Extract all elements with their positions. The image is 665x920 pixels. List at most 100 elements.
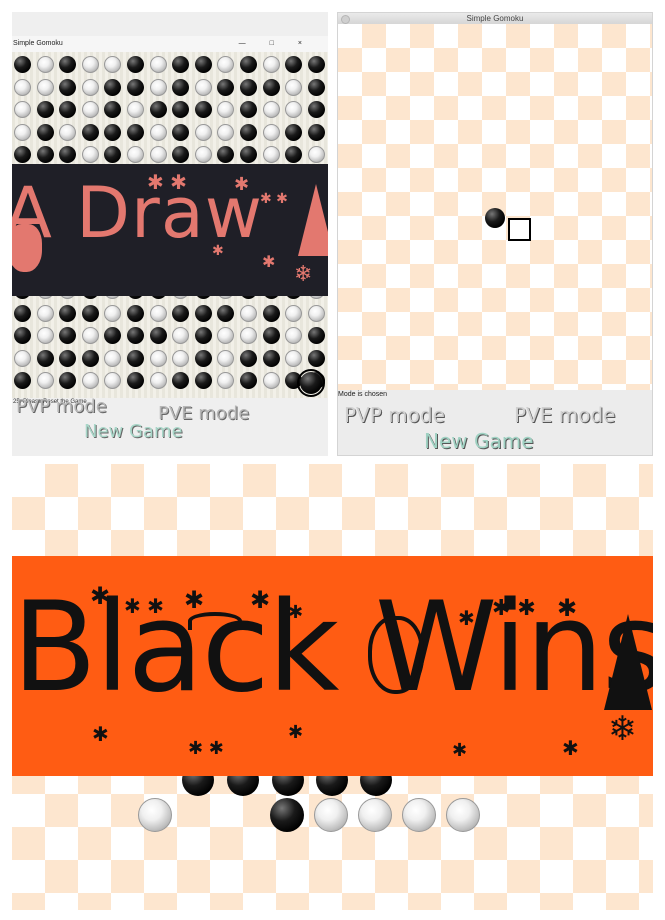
pve-mode-button[interactable]: PVE mode — [514, 403, 615, 427]
black-stone — [240, 372, 257, 390]
close-icon[interactable] — [341, 15, 350, 24]
black-stone — [262, 327, 280, 345]
star-icon: ✱ — [90, 582, 111, 610]
black-stone — [127, 56, 144, 73]
white-stone — [149, 146, 167, 164]
black-stone — [262, 349, 280, 367]
result-title: A Draw — [12, 172, 263, 254]
black-stone — [81, 349, 99, 367]
black-stone — [14, 56, 31, 73]
white-stone — [194, 123, 212, 141]
black-stone — [307, 56, 325, 73]
snowman-icon — [368, 616, 424, 694]
black-stone — [262, 304, 280, 322]
white-stone — [14, 349, 31, 367]
white-stone — [262, 101, 280, 119]
white-stone — [240, 327, 257, 345]
white-stone — [104, 372, 122, 390]
white-stone — [217, 101, 235, 119]
white-stone — [217, 56, 235, 73]
black-stone — [285, 146, 303, 164]
white-stone — [262, 146, 280, 164]
black-stone — [194, 372, 212, 390]
winning-cursor-stone — [297, 369, 325, 397]
white-stone — [81, 327, 99, 345]
white-stone — [149, 304, 167, 322]
pvp-mode-button[interactable]: PVP mode — [344, 403, 445, 427]
white-stone — [172, 327, 190, 345]
white-stone — [81, 146, 99, 164]
star-icon: ✱ — [212, 243, 224, 259]
white-stone — [127, 146, 144, 164]
white-stone — [104, 349, 122, 367]
white-stone — [14, 78, 31, 96]
close-icon[interactable]: × — [298, 40, 326, 47]
black-stone — [172, 146, 190, 164]
white-stone — [307, 304, 325, 322]
white-stone — [194, 78, 212, 96]
black-stone — [104, 78, 122, 96]
white-stone — [14, 101, 31, 119]
black-stone — [172, 56, 190, 73]
window-title: Simple Gomoku — [13, 40, 63, 47]
tree-icon — [298, 184, 328, 256]
black-stone — [194, 56, 212, 73]
black-stone — [307, 327, 325, 345]
black-stone — [172, 372, 190, 390]
star-icon: ✱ — [452, 740, 468, 761]
black-stone — [262, 78, 280, 96]
draw-game-window: Simple Gomoku —□× A Draw ✱ ✱ ✱ ✱ ✱ ✱ ✱ ❄… — [12, 12, 328, 456]
black-stone — [307, 78, 325, 96]
white-stone — [307, 146, 325, 164]
star-icon: ✱ ✱ — [260, 191, 288, 207]
new-game-button[interactable]: New Game — [424, 429, 534, 453]
status-text: Mode is chosen — [338, 391, 388, 398]
white-stone — [446, 798, 480, 832]
star-icon: ✱ — [562, 736, 579, 760]
white-stone — [217, 349, 235, 367]
game-board[interactable] — [338, 24, 652, 390]
white-stone — [149, 372, 167, 390]
white-stone — [36, 372, 54, 390]
black-stone — [59, 78, 77, 96]
black-stone — [270, 798, 304, 832]
star-icon: ✱ ✱ — [492, 596, 536, 621]
black-stone — [104, 327, 122, 345]
black-stone — [217, 304, 235, 322]
black-stone — [104, 123, 122, 141]
white-stone — [402, 798, 436, 832]
new-game-button[interactable]: New Game — [84, 421, 183, 442]
black-stone — [36, 123, 54, 141]
black-stone — [217, 146, 235, 164]
minimize-icon[interactable]: — — [239, 40, 270, 47]
white-stone — [285, 101, 303, 119]
star-icon: ✱ ✱ — [188, 738, 224, 759]
black-stone — [217, 78, 235, 96]
white-stone — [262, 372, 280, 390]
black-stone — [127, 78, 144, 96]
black-stone — [36, 146, 54, 164]
snowflake-icon: ❄ — [608, 709, 637, 749]
star-icon: ✱ — [184, 586, 205, 614]
white-stone — [81, 56, 99, 73]
star-icon: ✱ ✱ — [124, 594, 164, 618]
black-stone — [240, 123, 257, 141]
white-stone — [104, 304, 122, 322]
black-stone — [127, 304, 144, 322]
board-cursor[interactable] — [508, 218, 531, 241]
black-stone — [127, 349, 144, 367]
maximize-icon[interactable]: □ — [270, 40, 298, 47]
white-stone — [262, 123, 280, 141]
star-icon: ✱ — [92, 722, 109, 746]
white-stone — [14, 123, 31, 141]
white-stone — [262, 56, 280, 73]
white-stone — [285, 349, 303, 367]
black-stone — [59, 101, 77, 119]
black-stone — [59, 146, 77, 164]
black-stone — [149, 327, 167, 345]
black-stone — [485, 208, 505, 228]
black-stone — [172, 101, 190, 119]
black-stone — [14, 304, 31, 322]
pvp-mode-button[interactable]: PVP mode — [16, 396, 107, 417]
white-stone — [285, 327, 303, 345]
